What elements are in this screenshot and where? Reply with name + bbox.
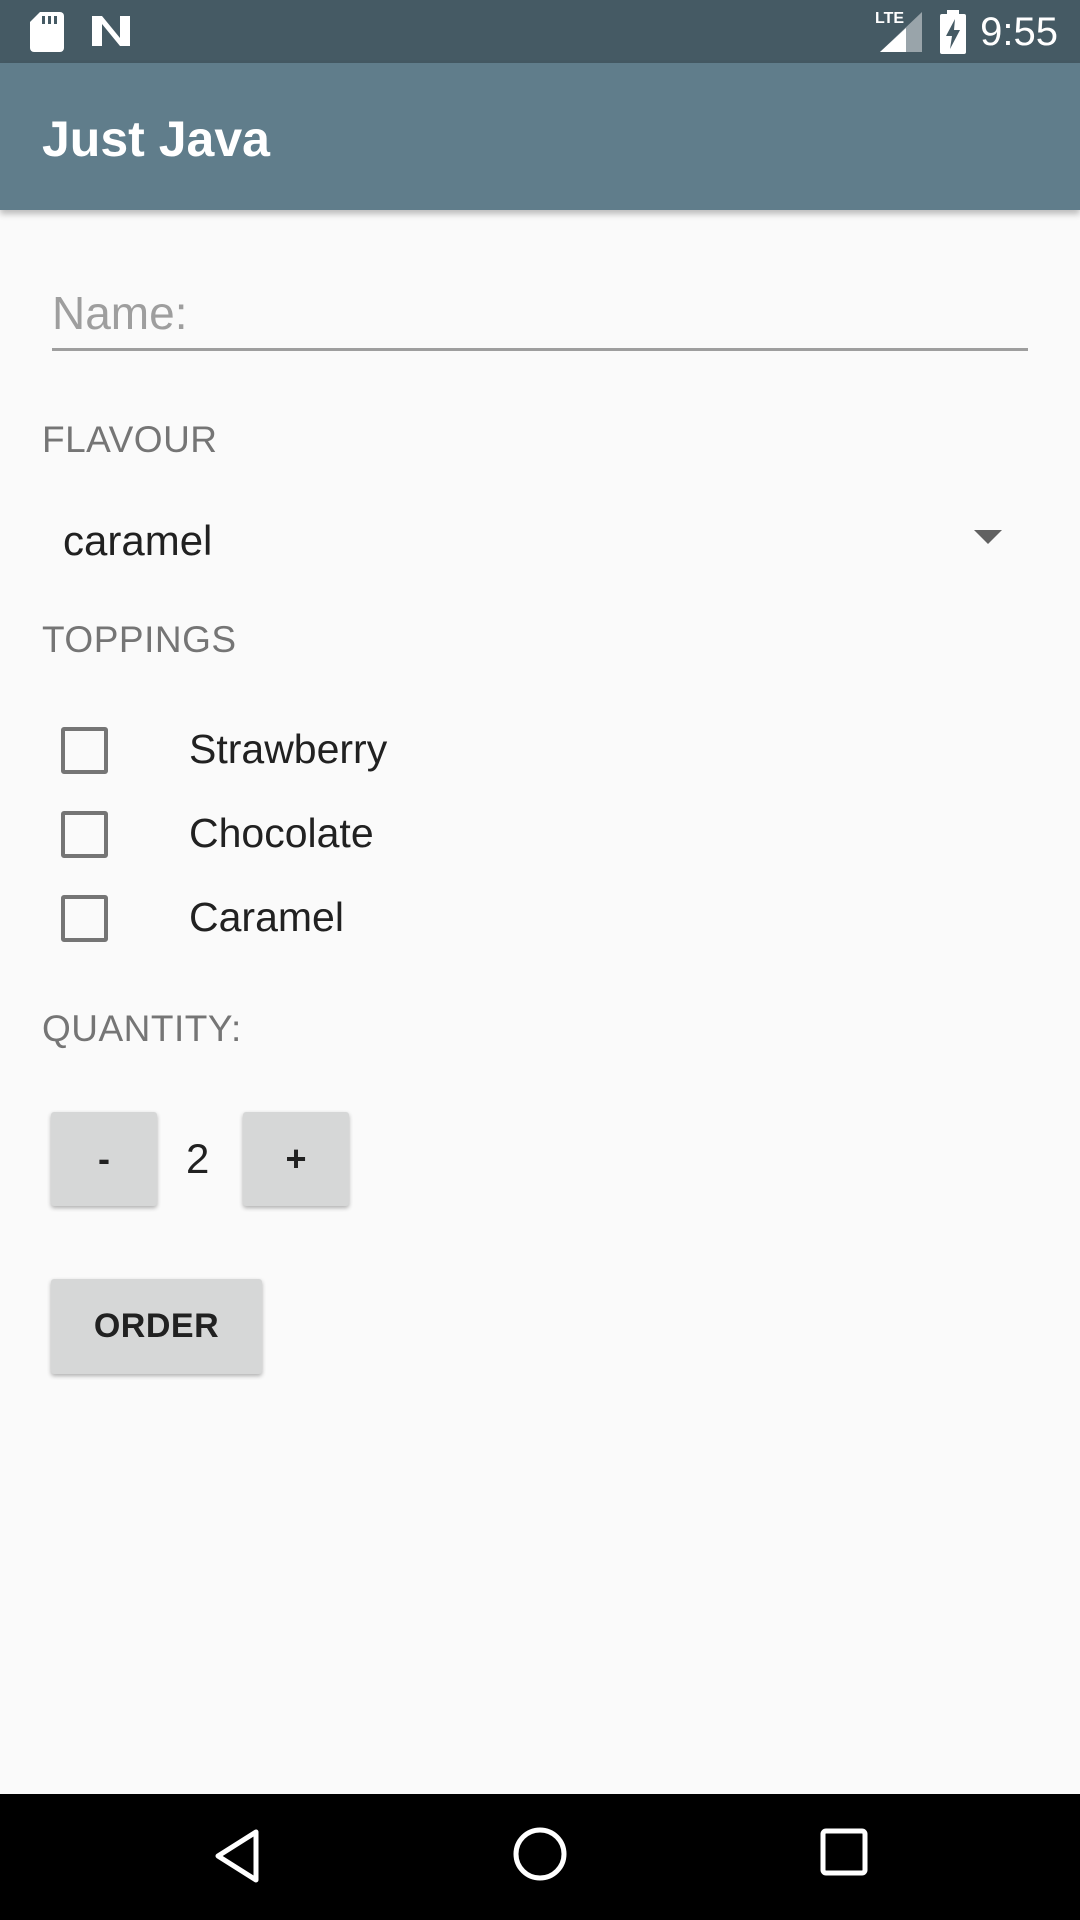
battery-charging-icon: [940, 10, 966, 54]
chocolate-checkbox[interactable]: [61, 811, 108, 858]
sd-card-icon: [30, 12, 64, 52]
status-time: 9:55: [980, 10, 1058, 54]
navigation-bar: [0, 1794, 1080, 1920]
quantity-label: QUANTITY:: [42, 1008, 242, 1049]
quantity-value: 2: [186, 1135, 210, 1182]
dropdown-arrow-icon: [974, 530, 1002, 544]
topping-row-strawberry[interactable]: Strawberry: [42, 714, 742, 784]
recents-icon[interactable]: [820, 1828, 868, 1876]
topping-label: Strawberry: [189, 726, 388, 772]
topping-row-caramel[interactable]: Caramel: [42, 882, 742, 952]
topping-label: Caramel: [189, 894, 344, 940]
decrement-button[interactable]: -: [51, 1112, 157, 1206]
topping-row-chocolate[interactable]: Chocolate: [42, 798, 742, 868]
order-button[interactable]: ORDER: [51, 1279, 262, 1374]
flavour-spinner[interactable]: caramel: [42, 500, 1002, 580]
signal-icon: [880, 12, 922, 52]
n-logo-icon: [92, 16, 130, 46]
toppings-label: TOPPINGS: [42, 619, 237, 660]
increment-button[interactable]: +: [243, 1112, 349, 1206]
home-icon[interactable]: [512, 1826, 568, 1882]
screen: LTE 9:55 Just Java FLAVOUR caramel TOPPI…: [0, 0, 1080, 1920]
app-bar: Just Java: [0, 63, 1080, 210]
topping-label: Chocolate: [189, 810, 374, 856]
app-title: Just Java: [42, 111, 270, 167]
strawberry-checkbox[interactable]: [61, 727, 108, 774]
flavour-selected-value: caramel: [63, 517, 213, 564]
flavour-label: FLAVOUR: [42, 419, 218, 460]
name-input[interactable]: [52, 278, 1028, 351]
status-bar: LTE 9:55: [0, 0, 1080, 63]
caramel-checkbox[interactable]: [61, 895, 108, 942]
back-icon[interactable]: [212, 1828, 262, 1884]
